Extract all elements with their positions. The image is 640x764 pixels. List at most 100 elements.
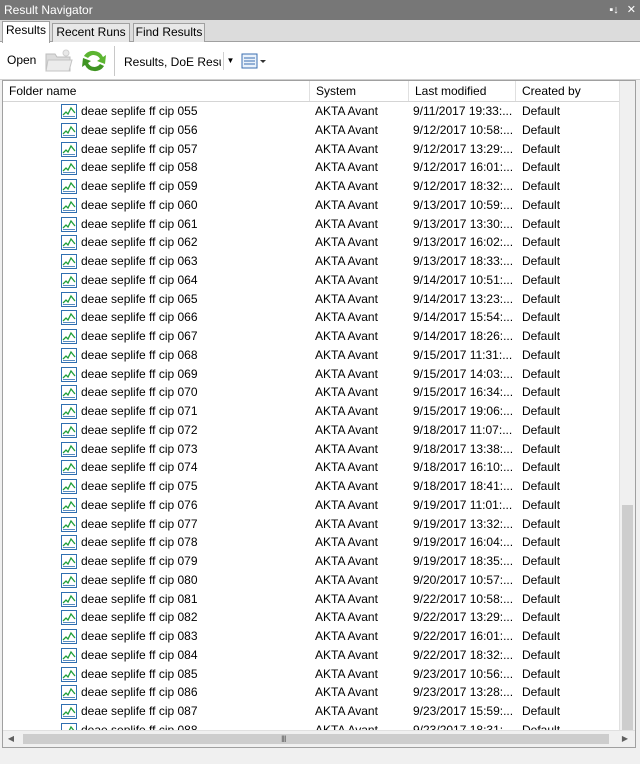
column-header-system[interactable]: System <box>310 81 409 101</box>
vertical-scroll-thumb[interactable] <box>622 505 633 730</box>
folder-name-cell: deae seplife ff cip 073 <box>81 441 198 456</box>
table-row[interactable]: deae seplife ff cip 076 AKTA Avant 9/19/20… <box>3 496 623 515</box>
table-row[interactable]: deae seplife ff cip 055 AKTA Avant 9/11/20… <box>3 102 623 121</box>
folder-name-cell: deae seplife ff cip 083 <box>81 629 198 643</box>
table-row[interactable]: deae seplife ff cip 083 AKTA Avant 9/22/20… <box>3 627 623 646</box>
table-row[interactable]: deae seplife ff cip 085 AKTA Avant 9/23/20… <box>3 665 623 684</box>
table-row[interactable]: deae seplife ff cip 056 AKTA Avant 9/12/20… <box>3 121 623 140</box>
table-row[interactable]: deae seplife ff cip 065 AKTA Avant 9/14/20… <box>3 290 623 309</box>
pin-icon[interactable]: ▪↓ <box>609 0 618 20</box>
last-modified-cell: 9/19/2017 13:32:... <box>413 516 513 531</box>
table-row[interactable]: deae seplife ff cip 081 AKTA Avant 9/22/20… <box>3 590 623 609</box>
last-modified-cell: 9/22/2017 13:29:... <box>413 610 513 625</box>
result-chart-icon <box>61 347 77 363</box>
table-row[interactable]: deae seplife ff cip 062 AKTA Avant 9/13/20… <box>3 233 623 252</box>
result-chart-icon <box>61 272 77 288</box>
open-folder-icon[interactable] <box>44 48 74 74</box>
last-modified-cell: 9/12/2017 10:58:... <box>413 122 513 137</box>
result-chart-icon <box>61 310 77 326</box>
folder-name-cell: deae seplife ff cip 076 <box>81 497 198 512</box>
table-row[interactable]: deae seplife ff cip 071 AKTA Avant 9/15/20… <box>3 402 623 421</box>
folder-name-cell: deae seplife ff cip 077 <box>81 516 198 531</box>
table-row[interactable]: deae seplife ff cip 072 AKTA Avant 9/18/20… <box>3 421 623 440</box>
table-row[interactable]: deae seplife ff cip 066 AKTA Avant 9/14/20… <box>3 308 623 327</box>
created-by-cell: Default <box>522 141 561 156</box>
system-cell: AKTA Avant <box>315 104 378 118</box>
tab-find-results[interactable]: Find Results <box>133 23 205 42</box>
scroll-left-icon[interactable]: ◀ <box>3 731 19 747</box>
result-chart-icon <box>61 254 77 269</box>
table-row[interactable]: deae seplife ff cip 067 AKTA Avant 9/14/20… <box>3 327 623 346</box>
horizontal-scrollbar[interactable]: ◀ III ▶ <box>3 730 635 747</box>
last-modified-cell: 9/11/2017 19:33:... <box>413 104 513 118</box>
table-row[interactable]: deae seplife ff cip 070 AKTA Avant 9/15/20… <box>3 383 623 402</box>
table-row[interactable]: deae seplife ff cip 064 AKTA Avant 9/14/20… <box>3 271 623 290</box>
close-icon[interactable]: ✕ <box>627 0 636 20</box>
tab-results[interactable]: Results <box>2 21 50 43</box>
table-row[interactable]: deae seplife ff cip 069 AKTA Avant 9/15/20… <box>3 365 623 384</box>
last-modified-cell: 9/15/2017 16:34:... <box>413 385 513 400</box>
result-chart-icon <box>61 404 77 419</box>
table-row[interactable]: deae seplife ff cip 080 AKTA Avant 9/20/20… <box>3 571 623 590</box>
table-row[interactable]: deae seplife ff cip 063 AKTA Avant 9/13/20… <box>3 252 623 271</box>
open-button[interactable]: Open <box>7 53 36 67</box>
column-header-folder-name[interactable]: Folder name <box>3 81 310 101</box>
table-row[interactable]: deae seplife ff cip 059 AKTA Avant 9/12/20… <box>3 177 623 196</box>
table-row[interactable]: deae seplife ff cip 086 AKTA Avant 9/23/20… <box>3 683 623 702</box>
refresh-icon[interactable] <box>80 47 108 75</box>
system-cell: AKTA Avant <box>315 347 378 362</box>
horizontal-scroll-thumb[interactable] <box>23 734 609 744</box>
last-modified-cell: 9/19/2017 18:35:... <box>413 554 513 568</box>
system-cell: AKTA Avant <box>315 647 378 662</box>
folder-name-cell: deae seplife ff cip 069 <box>81 366 198 381</box>
created-by-cell: Default <box>522 404 561 418</box>
folder-name-cell: deae seplife ff cip 065 <box>81 291 198 306</box>
result-chart-icon <box>61 535 77 551</box>
list-view-icon[interactable] <box>241 52 267 70</box>
created-by-cell: Default <box>522 347 561 362</box>
table-row[interactable]: deae seplife ff cip 060 AKTA Avant 9/13/20… <box>3 196 623 215</box>
column-header-last-modified[interactable]: Last modified <box>409 81 516 101</box>
table-row[interactable]: deae seplife ff cip 084 AKTA Avant 9/22/20… <box>3 646 623 665</box>
result-chart-icon <box>61 629 77 644</box>
created-by-cell: Default <box>522 647 561 662</box>
table-row[interactable]: deae seplife ff cip 075 AKTA Avant 9/18/20… <box>3 477 623 496</box>
table-row[interactable]: deae seplife ff cip 082 AKTA Avant 9/22/20… <box>3 608 623 627</box>
table-row[interactable]: deae seplife ff cip 073 AKTA Avant 9/18/20… <box>3 440 623 459</box>
system-cell: AKTA Avant <box>315 385 378 400</box>
folder-name-cell: deae seplife ff cip 082 <box>81 610 198 625</box>
created-by-cell: Default <box>522 441 561 456</box>
table-row[interactable]: deae seplife ff cip 079 AKTA Avant 9/19/20… <box>3 552 623 571</box>
tab-recent-runs[interactable]: Recent Runs <box>52 23 130 42</box>
table-row[interactable]: deae seplife ff cip 058 AKTA Avant 9/12/20… <box>3 158 623 177</box>
created-by-cell: Default <box>522 385 561 400</box>
last-modified-cell: 9/12/2017 13:29:... <box>413 141 513 156</box>
table-row[interactable]: deae seplife ff cip 087 AKTA Avant 9/23/20… <box>3 702 623 721</box>
table-row[interactable]: deae seplife ff cip 078 AKTA Avant 9/19/20… <box>3 533 623 552</box>
last-modified-cell: 9/13/2017 16:02:... <box>413 235 513 250</box>
last-modified-cell: 9/22/2017 16:01:... <box>413 629 513 643</box>
result-type-dropdown[interactable]: Results, DoE Result ▼ <box>120 51 238 71</box>
last-modified-cell: 9/12/2017 16:01:... <box>413 160 513 175</box>
created-by-cell: Default <box>522 329 561 343</box>
table-row[interactable]: deae seplife ff cip 074 AKTA Avant 9/18/20… <box>3 458 623 477</box>
table-row[interactable]: deae seplife ff cip 061 AKTA Avant 9/13/20… <box>3 215 623 234</box>
vertical-scrollbar[interactable] <box>619 81 635 732</box>
last-modified-cell: 9/18/2017 11:07:... <box>413 422 513 437</box>
column-header-created-by[interactable]: Created by <box>516 81 623 101</box>
system-cell: AKTA Avant <box>315 591 378 606</box>
scroll-right-icon[interactable]: ▶ <box>617 731 633 747</box>
system-cell: AKTA Avant <box>315 685 378 700</box>
created-by-cell: Default <box>522 254 561 268</box>
table-row[interactable]: deae seplife ff cip 057 AKTA Avant 9/12/20… <box>3 140 623 159</box>
system-cell: AKTA Avant <box>315 122 378 137</box>
created-by-cell: Default <box>522 479 561 493</box>
result-chart-icon <box>61 179 77 194</box>
system-cell: AKTA Avant <box>315 141 378 156</box>
table-row[interactable]: deae seplife ff cip 068 AKTA Avant 9/15/20… <box>3 346 623 365</box>
system-cell: AKTA Avant <box>315 497 378 512</box>
created-by-cell: Default <box>522 685 561 700</box>
table-row[interactable]: deae seplife ff cip 077 AKTA Avant 9/19/20… <box>3 515 623 534</box>
last-modified-cell: 9/14/2017 10:51:... <box>413 272 513 287</box>
dropdown-arrow-icon[interactable]: ▼ <box>223 52 237 70</box>
